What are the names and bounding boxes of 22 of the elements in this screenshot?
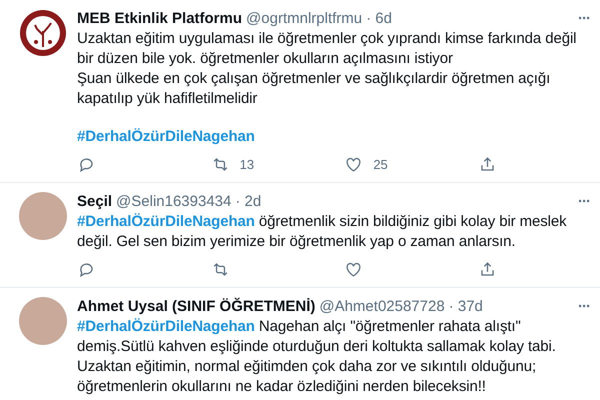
user-name[interactable]: Ahmet Uysal (SINIF ÖĞRETMENİ) [77, 297, 316, 317]
hashtag-link[interactable]: #DerhalÖzürDileNagehan [77, 213, 255, 230]
logo-icon[interactable] [19, 9, 67, 57]
hashtag-link[interactable]: #DerhalÖzürDileNagehan [77, 318, 255, 335]
user-handle[interactable]: @ogrtmnlrpltfrmu [246, 9, 362, 29]
more-button[interactable]: ··· [578, 9, 590, 29]
user-name[interactable]: Seçil [77, 192, 112, 212]
tweet-time[interactable]: · 2d [235, 192, 262, 212]
more-button[interactable]: ··· [578, 297, 590, 317]
tweet-text: #DerhalÖzürDileNagehan Nagehan alçı "öğretmenler rahata alıştı" demiş.Sütlü kahven eşliğinde oturduğun deri koltukta sallamak kolay tabi. Uzaktan eğitimin, normal eğitimden çok daha zor ve sıkıntılı olduğunu; öğretmenlerin okullarını ne kadar özlediğini nerden bileceksin!! [77, 317, 557, 397]
tweet-text: Şuan ülkede en çok çalışan öğretmenler ve sağlıkçılardir öğretmen açığı kapatılıp yük hafifletilmelidir [77, 69, 552, 109]
tweet-time[interactable]: · 37d [448, 297, 483, 317]
tweet-text: Uzaktan eğitim uygulaması ile öğretmenler çok yıprandı kimse farkında değil bir düzen bile yok. öğretmenler okulların açılmasını istiyor [77, 29, 578, 69]
more-button[interactable]: ··· [578, 192, 590, 212]
tweet-text: #DerhalÖzürDileNagehan öğretmenlik sizin bildiğiniz gibi kolay bir meslek değil. Gel sen bizim yerimize bir öğretmenlik yap o zaman anlarsın. [77, 212, 568, 252]
tweet-time[interactable]: · 6d [366, 9, 392, 29]
user-handle[interactable]: @Selin16393434 [116, 192, 232, 212]
user-handle[interactable]: @Ahmet02587728 [319, 297, 445, 317]
retweet-count: 13 [240, 156, 254, 172]
user-name[interactable]: MEB Etkinlik Platformu [77, 9, 242, 29]
hashtag-link[interactable]: #DerhalÖzürDileNagehan [77, 128, 255, 145]
like-count: 25 [373, 156, 388, 172]
